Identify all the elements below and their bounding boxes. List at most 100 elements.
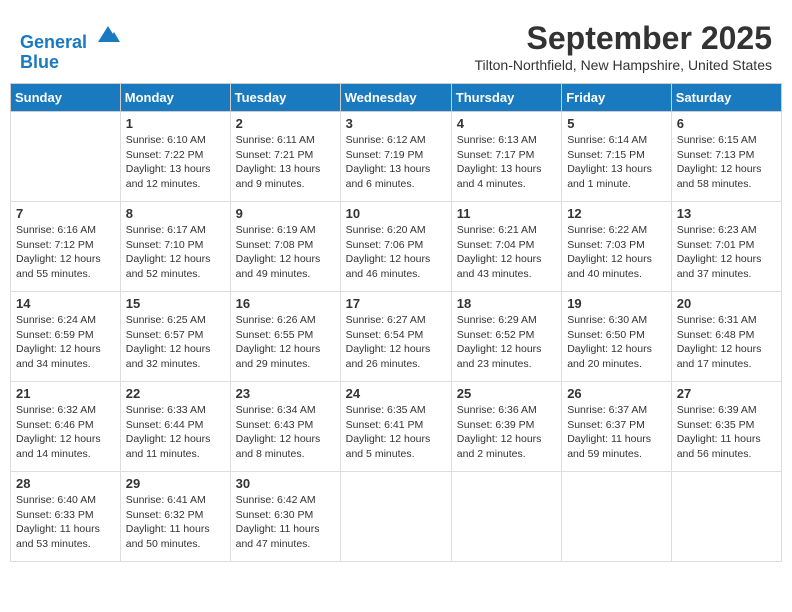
calendar-cell xyxy=(671,472,781,562)
calendar-cell: 5 Sunrise: 6:14 AMSunset: 7:15 PMDaylight… xyxy=(562,112,672,202)
calendar-cell: 12 Sunrise: 6:22 AMSunset: 7:03 PMDayligh… xyxy=(562,202,672,292)
day-info: Sunrise: 6:12 AMSunset: 7:19 PMDaylight:… xyxy=(346,133,446,192)
day-number: 24 xyxy=(346,386,446,401)
day-number: 29 xyxy=(126,476,225,491)
calendar-cell: 2 Sunrise: 6:11 AMSunset: 7:21 PMDaylight… xyxy=(230,112,340,202)
day-number: 14 xyxy=(16,296,115,311)
day-info: Sunrise: 6:31 AMSunset: 6:48 PMDaylight:… xyxy=(677,313,776,372)
calendar-cell: 23 Sunrise: 6:34 AMSunset: 6:43 PMDayligh… xyxy=(230,382,340,472)
day-info: Sunrise: 6:29 AMSunset: 6:52 PMDaylight:… xyxy=(457,313,556,372)
day-header-thursday: Thursday xyxy=(451,84,561,112)
calendar-cell: 21 Sunrise: 6:32 AMSunset: 6:46 PMDayligh… xyxy=(11,382,121,472)
calendar-cell: 3Sunrise: 6:12 AMSunset: 7:19 PMDaylight… xyxy=(340,112,451,202)
calendar-cell xyxy=(340,472,451,562)
day-number: 12 xyxy=(567,206,666,221)
calendar-cell xyxy=(562,472,672,562)
calendar-cell xyxy=(11,112,121,202)
day-header-monday: Monday xyxy=(120,84,230,112)
calendar-cell: 1 Sunrise: 6:10 AMSunset: 7:22 PMDaylight… xyxy=(120,112,230,202)
day-number: 8 xyxy=(126,206,225,221)
day-info: Sunrise: 6:40 AMSunset: 6:33 PMDaylight:… xyxy=(16,493,115,552)
calendar-cell: 27 Sunrise: 6:39 AMSunset: 6:35 PMDayligh… xyxy=(671,382,781,472)
day-info: Sunrise: 6:36 AMSunset: 6:39 PMDaylight:… xyxy=(457,403,556,462)
day-number: 25 xyxy=(457,386,556,401)
location: Tilton-Northfield, New Hampshire, United… xyxy=(475,57,773,73)
day-info: Sunrise: 6:27 AMSunset: 6:54 PMDaylight:… xyxy=(346,313,446,372)
day-info: Sunrise: 6:11 AMSunset: 7:21 PMDaylight:… xyxy=(236,133,335,192)
day-header-saturday: Saturday xyxy=(671,84,781,112)
day-number: 15 xyxy=(126,296,225,311)
day-info: Sunrise: 6:14 AMSunset: 7:15 PMDaylight:… xyxy=(567,133,666,192)
day-number: 5 xyxy=(567,116,666,131)
day-info: Sunrise: 6:35 AMSunset: 6:41 PMDaylight:… xyxy=(346,403,446,462)
day-info: Sunrise: 6:23 AMSunset: 7:01 PMDaylight:… xyxy=(677,223,776,282)
day-number: 26 xyxy=(567,386,666,401)
calendar-cell: 25 Sunrise: 6:36 AMSunset: 6:39 PMDayligh… xyxy=(451,382,561,472)
day-header-tuesday: Tuesday xyxy=(230,84,340,112)
day-number: 6 xyxy=(677,116,776,131)
day-header-friday: Friday xyxy=(562,84,672,112)
day-number: 17 xyxy=(346,296,446,311)
logo-icon xyxy=(94,20,122,48)
logo: General Blue xyxy=(20,20,122,73)
calendar-cell: 19Sunrise: 6:30 AMSunset: 6:50 PMDayligh… xyxy=(562,292,672,382)
day-info: Sunrise: 6:26 AMSunset: 6:55 PMDaylight:… xyxy=(236,313,335,372)
day-number: 1 xyxy=(126,116,225,131)
day-info: Sunrise: 6:10 AMSunset: 7:22 PMDaylight:… xyxy=(126,133,225,192)
week-row-2: 7 Sunrise: 6:16 AMSunset: 7:12 PMDaylight… xyxy=(11,202,782,292)
week-row-3: 14 Sunrise: 6:24 AMSunset: 6:59 PMDayligh… xyxy=(11,292,782,382)
calendar-cell: 10 Sunrise: 6:20 AMSunset: 7:06 PMDayligh… xyxy=(340,202,451,292)
day-info: Sunrise: 6:37 AMSunset: 6:37 PMDaylight:… xyxy=(567,403,666,462)
page-header: General Blue September 2025 Tilton-North… xyxy=(10,10,782,78)
day-number: 18 xyxy=(457,296,556,311)
day-number: 9 xyxy=(236,206,335,221)
calendar-cell: 22 Sunrise: 6:33 AMSunset: 6:44 PMDayligh… xyxy=(120,382,230,472)
day-header-sunday: Sunday xyxy=(11,84,121,112)
day-info: Sunrise: 6:39 AMSunset: 6:35 PMDaylight:… xyxy=(677,403,776,462)
day-info: Sunrise: 6:22 AMSunset: 7:03 PMDaylight:… xyxy=(567,223,666,282)
logo-blue: Blue xyxy=(20,52,59,72)
day-info: Sunrise: 6:15 AMSunset: 7:13 PMDaylight:… xyxy=(677,133,776,192)
calendar-cell: 11Sunrise: 6:21 AMSunset: 7:04 PMDayligh… xyxy=(451,202,561,292)
day-number: 20 xyxy=(677,296,776,311)
day-info: Sunrise: 6:25 AMSunset: 6:57 PMDaylight:… xyxy=(126,313,225,372)
day-info: Sunrise: 6:34 AMSunset: 6:43 PMDaylight:… xyxy=(236,403,335,462)
title-section: September 2025 Tilton-Northfield, New Ha… xyxy=(475,20,773,73)
calendar-cell: 15 Sunrise: 6:25 AMSunset: 6:57 PMDayligh… xyxy=(120,292,230,382)
day-number: 27 xyxy=(677,386,776,401)
logo-general: General xyxy=(20,32,87,52)
day-number: 22 xyxy=(126,386,225,401)
calendar-cell xyxy=(451,472,561,562)
day-info: Sunrise: 6:21 AMSunset: 7:04 PMDaylight:… xyxy=(457,223,556,282)
calendar-cell: 13 Sunrise: 6:23 AMSunset: 7:01 PMDayligh… xyxy=(671,202,781,292)
day-number: 23 xyxy=(236,386,335,401)
day-info: Sunrise: 6:32 AMSunset: 6:46 PMDaylight:… xyxy=(16,403,115,462)
day-info: Sunrise: 6:33 AMSunset: 6:44 PMDaylight:… xyxy=(126,403,225,462)
day-info: Sunrise: 6:17 AMSunset: 7:10 PMDaylight:… xyxy=(126,223,225,282)
day-info: Sunrise: 6:13 AMSunset: 7:17 PMDaylight:… xyxy=(457,133,556,192)
calendar-cell: 28 Sunrise: 6:40 AMSunset: 6:33 PMDayligh… xyxy=(11,472,121,562)
day-number: 10 xyxy=(346,206,446,221)
day-number: 30 xyxy=(236,476,335,491)
calendar-cell: 16 Sunrise: 6:26 AMSunset: 6:55 PMDayligh… xyxy=(230,292,340,382)
calendar-cell: 14 Sunrise: 6:24 AMSunset: 6:59 PMDayligh… xyxy=(11,292,121,382)
day-number: 16 xyxy=(236,296,335,311)
day-info: Sunrise: 6:24 AMSunset: 6:59 PMDaylight:… xyxy=(16,313,115,372)
day-number: 2 xyxy=(236,116,335,131)
day-number: 7 xyxy=(16,206,115,221)
day-info: Sunrise: 6:41 AMSunset: 6:32 PMDaylight:… xyxy=(126,493,225,552)
day-info: Sunrise: 6:16 AMSunset: 7:12 PMDaylight:… xyxy=(16,223,115,282)
calendar-cell: 6 Sunrise: 6:15 AMSunset: 7:13 PMDaylight… xyxy=(671,112,781,202)
day-number: 28 xyxy=(16,476,115,491)
day-info: Sunrise: 6:19 AMSunset: 7:08 PMDaylight:… xyxy=(236,223,335,282)
day-header-wednesday: Wednesday xyxy=(340,84,451,112)
day-info: Sunrise: 6:42 AMSunset: 6:30 PMDaylight:… xyxy=(236,493,335,552)
calendar-cell: 30 Sunrise: 6:42 AMSunset: 6:30 PMDayligh… xyxy=(230,472,340,562)
calendar-cell: 24 Sunrise: 6:35 AMSunset: 6:41 PMDayligh… xyxy=(340,382,451,472)
day-number: 21 xyxy=(16,386,115,401)
day-number: 4 xyxy=(457,116,556,131)
calendar-cell: 8 Sunrise: 6:17 AMSunset: 7:10 PMDaylight… xyxy=(120,202,230,292)
month-title: September 2025 xyxy=(475,20,773,57)
day-info: Sunrise: 6:20 AMSunset: 7:06 PMDaylight:… xyxy=(346,223,446,282)
day-number: 13 xyxy=(677,206,776,221)
